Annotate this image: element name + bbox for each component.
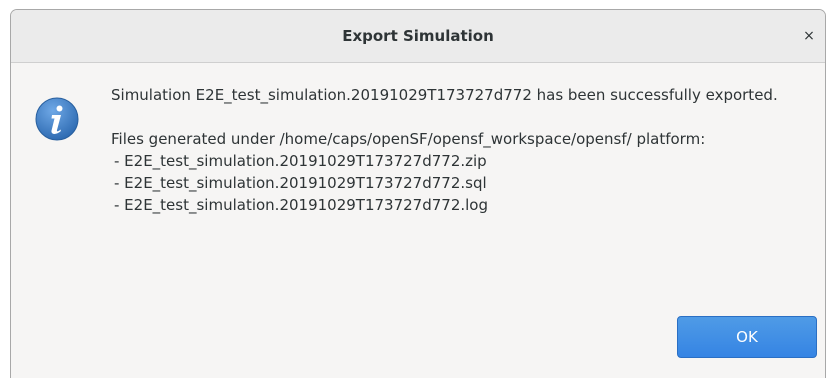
file-list: - E2E_test_simulation.20191029T173727d77… (111, 150, 811, 216)
info-icon (35, 97, 79, 141)
export-simulation-dialog: Export Simulation × Simulation E2E_test_… (10, 9, 826, 378)
dialog-title: Export Simulation (342, 27, 494, 45)
list-item: - E2E_test_simulation.20191029T173727d77… (114, 196, 489, 214)
files-header: Files generated under /home/caps/openSF/… (111, 130, 706, 148)
list-item: - E2E_test_simulation.20191029T173727d77… (114, 152, 487, 170)
list-item: - E2E_test_simulation.20191029T173727d77… (114, 174, 487, 192)
ok-button[interactable]: OK (677, 316, 817, 358)
message-content: Simulation E2E_test_simulation.20191029T… (111, 84, 811, 216)
close-icon: × (803, 28, 815, 44)
success-message: Simulation E2E_test_simulation.20191029T… (111, 86, 778, 104)
titlebar[interactable]: Export Simulation × (11, 10, 825, 63)
close-button[interactable]: × (798, 25, 820, 47)
